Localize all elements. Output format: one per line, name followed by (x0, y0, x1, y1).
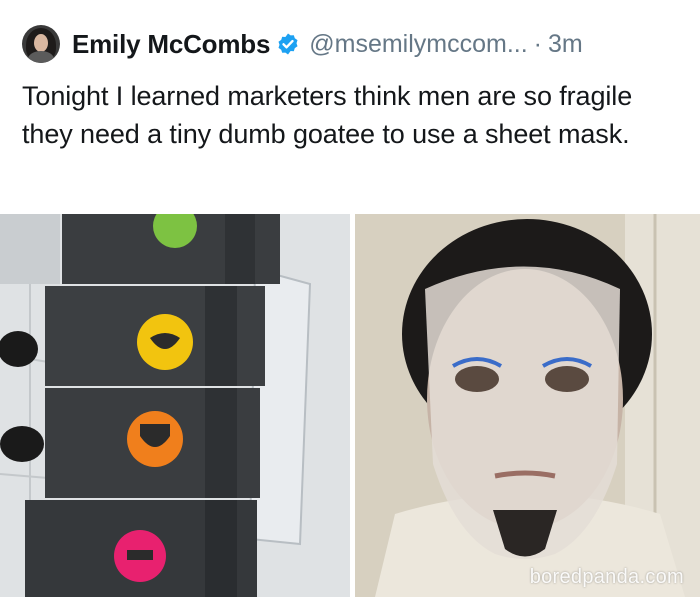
selfie-with-sheet-mask-photo[interactable]: boredpanda.com (355, 214, 700, 597)
author-name[interactable]: Emily McCombs (72, 29, 270, 60)
sheet-mask-packets-illustration (0, 214, 350, 597)
watermark: boredpanda.com (529, 566, 684, 588)
tweet-header: Emily McCombs @msemilymccom... · 3m (22, 24, 583, 64)
tweet-text: Tonight I learned marketers think men ar… (22, 81, 633, 149)
timestamp[interactable]: 3m (548, 30, 583, 59)
selfie-illustration (355, 214, 700, 597)
packet-green (62, 214, 280, 284)
separator-dot: · (533, 29, 542, 58)
packet-orange (45, 388, 260, 498)
packet-yellow (45, 286, 265, 386)
verified-badge-icon (278, 33, 298, 55)
author-handle[interactable]: @msemilymccom... (309, 30, 527, 59)
tweet-card: Emily McCombs @msemilymccom... · 3m Toni… (0, 0, 700, 597)
avatar-face (34, 34, 48, 52)
avatar[interactable] (22, 25, 60, 63)
avatar-body (28, 51, 54, 63)
packet-pink (25, 500, 257, 597)
sheet-mask-packets-photo[interactable] (0, 214, 350, 597)
